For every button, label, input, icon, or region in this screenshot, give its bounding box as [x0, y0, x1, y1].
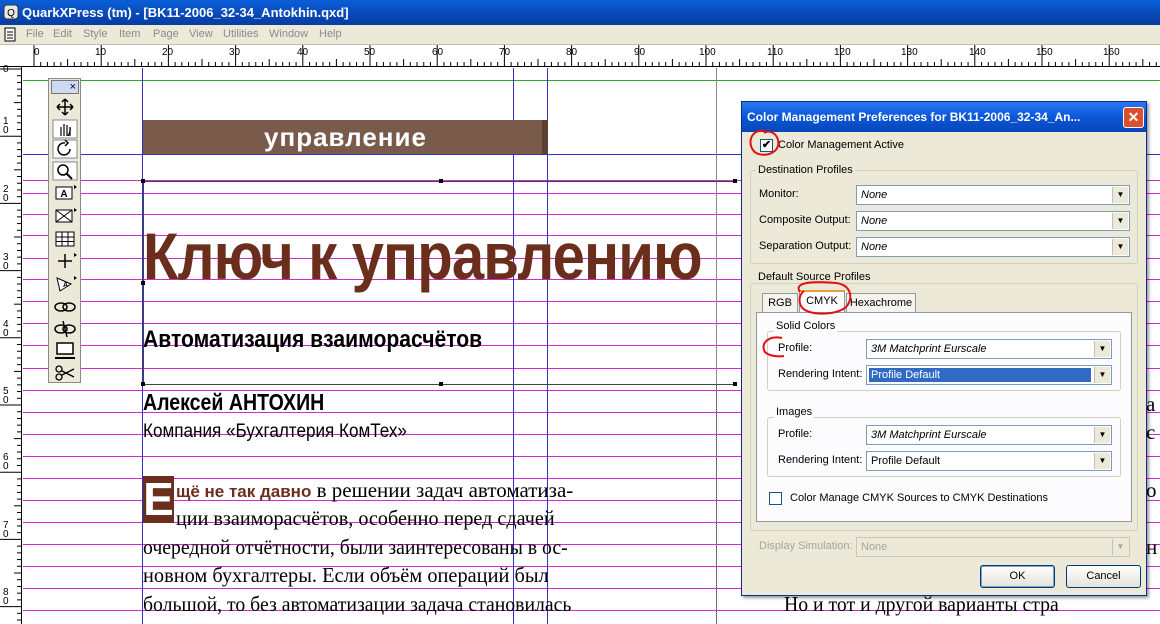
- annotation-circle-checkbox: [749, 129, 780, 156]
- red-annotation-marks: [749, 129, 852, 358]
- annotation-circle-cmyk-tab: [797, 281, 852, 315]
- annotation-arc-profile: [762, 336, 785, 358]
